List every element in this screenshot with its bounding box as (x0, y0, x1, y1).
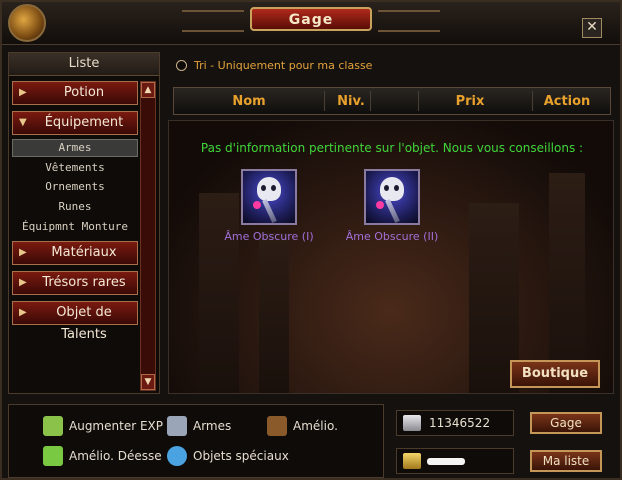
category-rare-treasures[interactable]: ▶ Trésors rares (12, 271, 138, 295)
title-ornament-left (182, 10, 244, 32)
pawn-button[interactable]: Gage (530, 412, 602, 434)
goddess-flask-icon (43, 446, 63, 466)
category-equipment[interactable]: ▼ Équipement (12, 111, 138, 135)
shortcut-label: Amélio. (293, 419, 338, 433)
gold-coins-icon (8, 4, 46, 42)
column-divider (370, 91, 371, 111)
silver-coins-icon (403, 415, 421, 431)
upgrade-arrow-icon (267, 416, 287, 436)
item-list-area: Pas d'information pertinente sur l'objet… (168, 120, 614, 394)
subcategory-clothes[interactable]: Vêtements (12, 159, 138, 177)
category-label: Trésors rares (42, 275, 126, 290)
window-title-plate: Gage (250, 7, 372, 31)
expand-arrow-icon: ▶ (19, 247, 27, 258)
column-divider (324, 91, 325, 111)
special-orb-icon (167, 446, 187, 466)
column-price[interactable]: Prix (440, 88, 500, 115)
column-divider (418, 91, 419, 111)
category-materials[interactable]: ▶ Matériaux (12, 241, 138, 265)
subcategory-weapons[interactable]: Armes (12, 139, 138, 157)
title-bar: Gage ✕ (2, 2, 620, 45)
gold-balance (396, 448, 514, 474)
column-action[interactable]: Action (534, 88, 600, 115)
class-filter-checkbox[interactable] (176, 60, 187, 71)
my-list-button[interactable]: Ma liste (530, 450, 602, 472)
column-level[interactable]: Niv. (326, 88, 376, 115)
class-filter[interactable]: Tri - Uniquement pour ma classe (176, 59, 436, 77)
pawn-window: Gage ✕ Liste ▶ Potion ▼ Équipement Armes… (0, 0, 622, 480)
item-table-header: Nom Niv. Prix Action (173, 87, 611, 115)
background-tower (259, 233, 289, 393)
close-icon: ✕ (586, 19, 598, 35)
no-info-message: Pas d'information pertinente sur l'objet… (200, 141, 584, 155)
category-label: Potion (63, 85, 105, 100)
expand-arrow-icon: ▶ (19, 87, 27, 98)
category-talent-items[interactable]: ▶ Objet de Talents (12, 301, 138, 342)
close-button[interactable]: ✕ (582, 18, 602, 38)
class-filter-label: Tri - Uniquement pour ma classe (194, 59, 373, 72)
silver-amount: 11346522 (429, 416, 491, 430)
subcategory-ornaments[interactable]: Ornements (12, 178, 138, 196)
collapse-arrow-icon: ▼ (19, 117, 27, 128)
sidebar-scrollbar[interactable]: ▲ ▼ (140, 81, 156, 391)
shortcut-label: Amélio. Déesse (69, 449, 162, 463)
suggested-item-label[interactable]: Âme Obscure (II) (337, 230, 447, 243)
redacted-amount (427, 458, 465, 465)
sidebar-header: Liste (9, 53, 159, 76)
suggested-item-2[interactable]: Âme Obscure (II) (337, 169, 447, 243)
category-label: Objet de Talents (56, 305, 112, 342)
shortcut-label: Objets spéciaux (193, 449, 289, 463)
scroll-down-button[interactable]: ▼ (141, 374, 155, 390)
expand-arrow-icon: ▶ (19, 277, 27, 288)
dark-soul-staff-icon[interactable] (364, 169, 420, 225)
suggested-item-label[interactable]: Âme Obscure (I) (214, 230, 324, 243)
title-ornament-right (378, 10, 440, 32)
subcategory-mount-equipment[interactable]: Équipmnt Monture (12, 218, 138, 236)
category-label: Matériaux (51, 245, 117, 260)
subcategory-runes[interactable]: Runes (12, 198, 138, 216)
scroll-up-button[interactable]: ▲ (141, 82, 155, 98)
exp-potion-icon (43, 416, 63, 436)
column-divider (532, 91, 533, 111)
shortcut-label: Augmenter EXP (69, 419, 163, 433)
silver-balance: 11346522 (396, 410, 514, 436)
category-sidebar: Liste ▶ Potion ▼ Équipement Armes Vêteme… (8, 52, 160, 394)
suggested-item-1[interactable]: Âme Obscure (I) (214, 169, 324, 243)
category-potion[interactable]: ▶ Potion (12, 81, 138, 105)
category-label: Équipement (44, 115, 124, 130)
expand-arrow-icon: ▶ (19, 307, 27, 318)
shop-button[interactable]: Boutique (510, 360, 600, 388)
shortcut-label: Armes (193, 419, 232, 433)
dark-soul-staff-icon[interactable] (241, 169, 297, 225)
column-name[interactable]: Nom (214, 88, 284, 115)
gold-coins-icon (403, 453, 421, 469)
window-title: Gage (288, 12, 334, 28)
shortcut-panel: Augmenter EXP Armes Amélio. Amélio. Dées… (8, 404, 384, 478)
weapons-icon (167, 416, 187, 436)
